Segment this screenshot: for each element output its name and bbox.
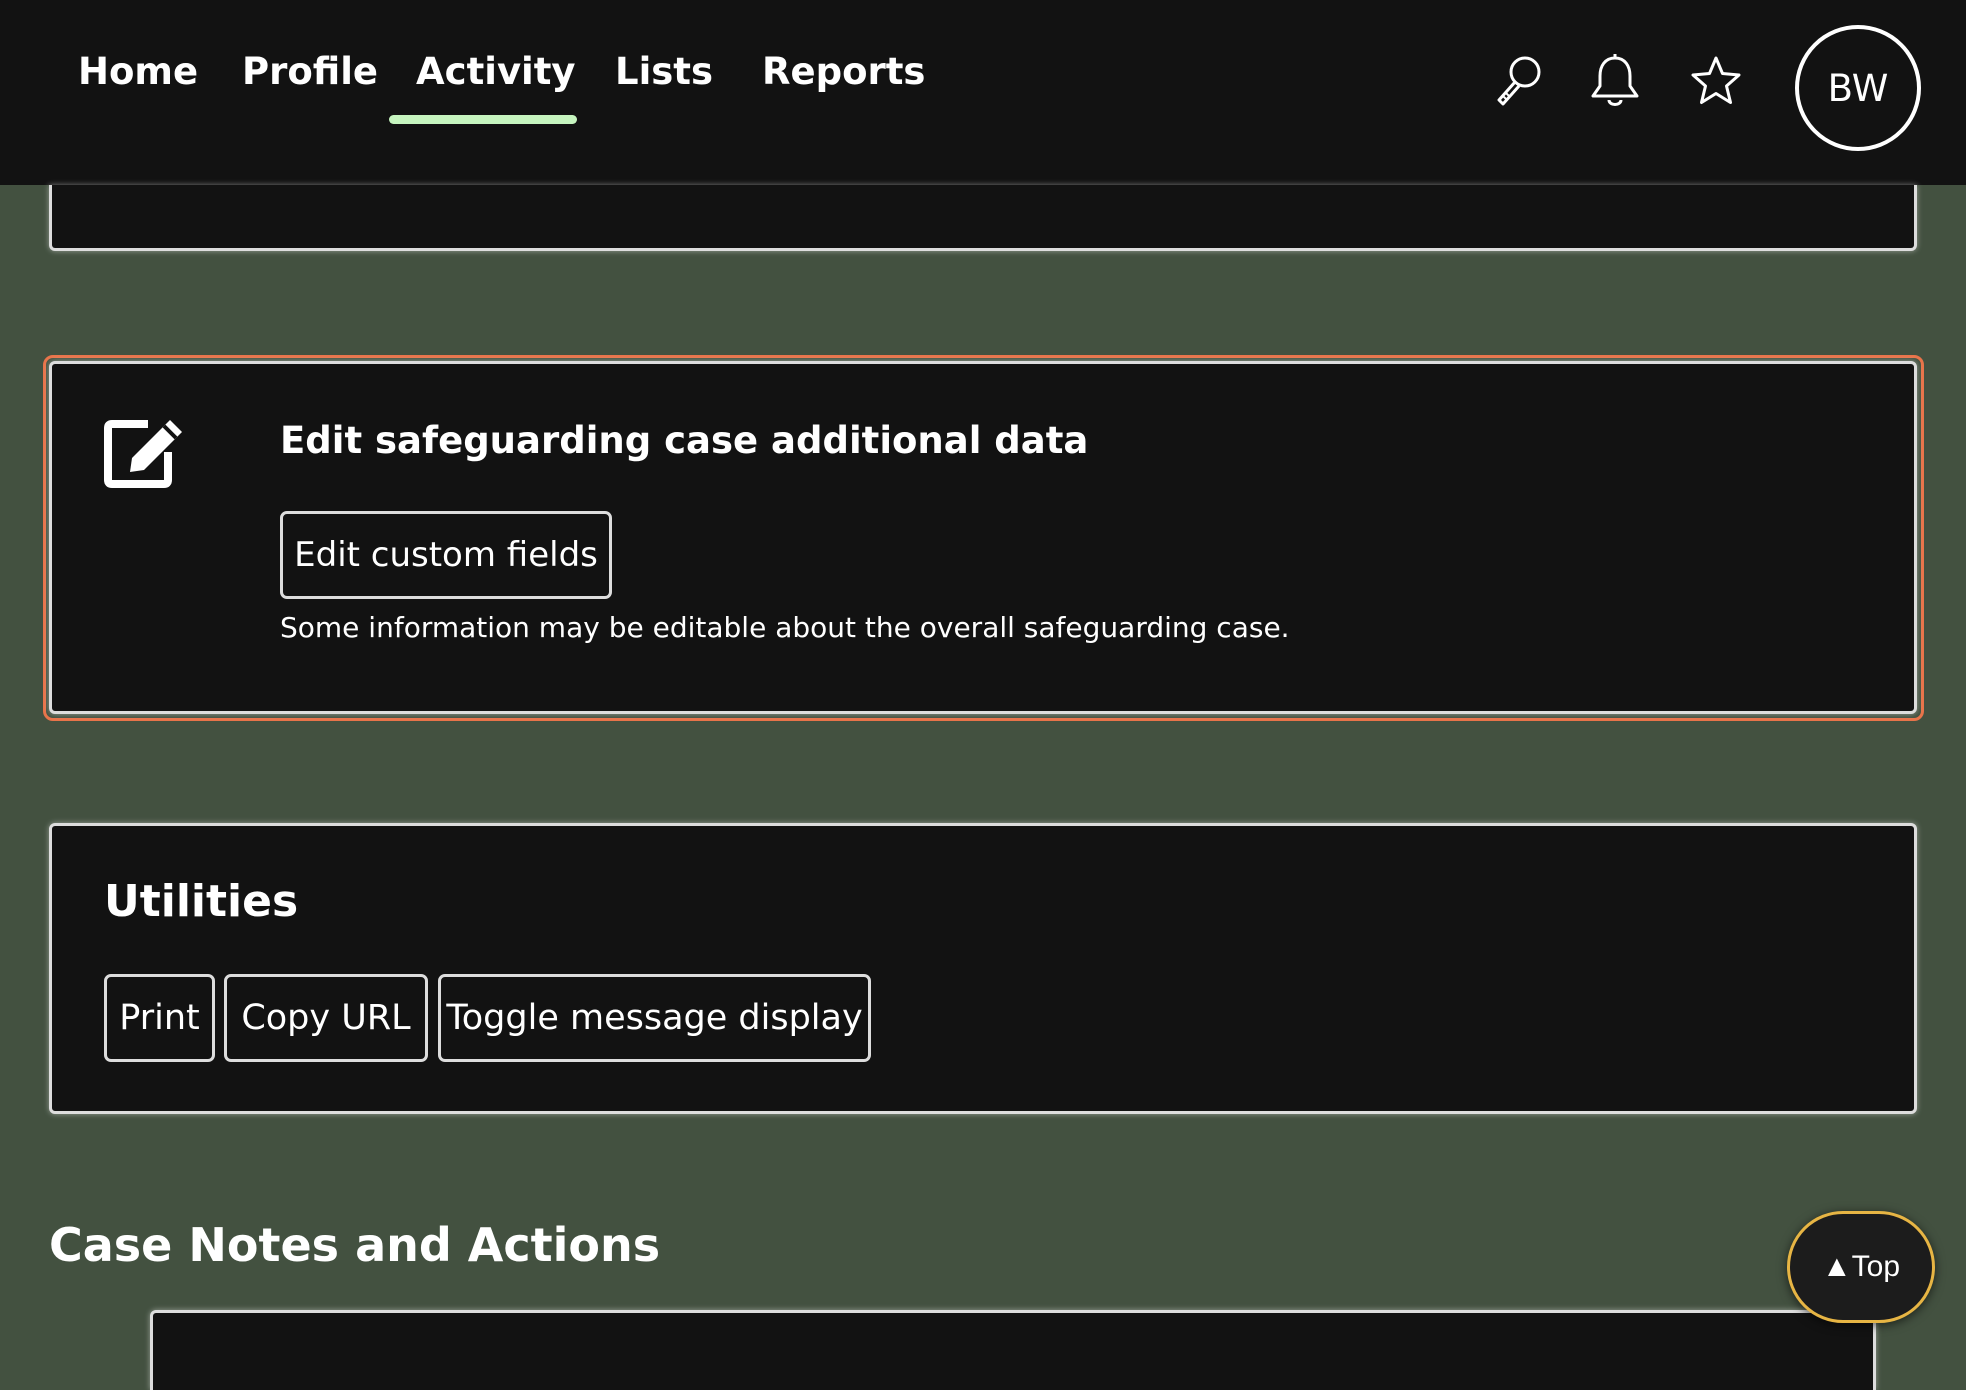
nav-item-profile[interactable]: Profile	[242, 50, 378, 93]
nav-item-activity[interactable]: Activity	[416, 50, 576, 93]
bell-icon[interactable]	[1585, 52, 1645, 112]
edit-case-data-panel: Edit safeguarding case additional data E…	[49, 361, 1917, 714]
top-navigation-bar: Home Profile Activity Lists Reports BW	[0, 0, 1966, 185]
toggle-message-display-button[interactable]: Toggle message display	[438, 974, 871, 1062]
case-notes-panel	[150, 1310, 1876, 1390]
user-avatar[interactable]: BW	[1795, 25, 1921, 151]
utilities-panel: Utilities Print Copy URL Toggle message …	[49, 823, 1917, 1114]
print-button[interactable]: Print	[104, 974, 215, 1062]
search-icon[interactable]	[1489, 52, 1549, 112]
case-notes-heading: Case Notes and Actions	[49, 1218, 661, 1272]
nav-item-home[interactable]: Home	[78, 50, 198, 93]
active-tab-indicator	[389, 115, 577, 124]
star-icon[interactable]	[1686, 52, 1746, 112]
previous-panel	[49, 185, 1917, 251]
nav-item-reports[interactable]: Reports	[762, 50, 925, 93]
utilities-title: Utilities	[104, 876, 299, 927]
copy-url-button[interactable]: Copy URL	[224, 974, 428, 1062]
panel-description: Some information may be editable about t…	[280, 611, 1290, 644]
edit-custom-fields-button[interactable]: Edit custom fields	[280, 511, 612, 599]
edit-icon	[102, 414, 188, 490]
panel-title: Edit safeguarding case additional data	[280, 419, 1089, 462]
back-to-top-button[interactable]: ▲Top	[1787, 1211, 1935, 1323]
avatar-initials: BW	[1827, 66, 1889, 110]
nav-item-lists[interactable]: Lists	[615, 50, 713, 93]
